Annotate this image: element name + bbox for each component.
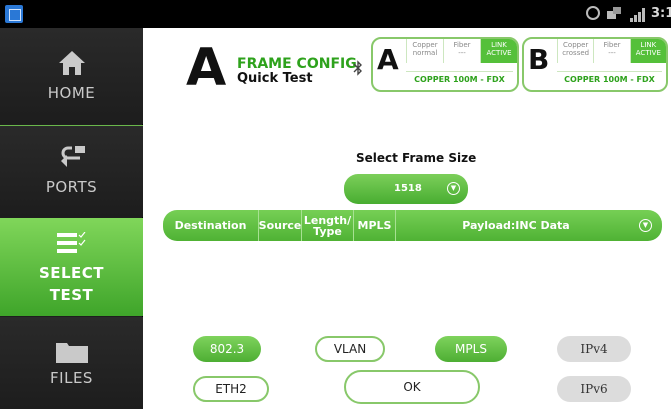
frame-size-label: Select Frame Size — [356, 151, 477, 165]
link-label: LINK — [491, 41, 507, 49]
status-time: 3:12 — [651, 6, 671, 21]
port-link-status: COPPER 100M - FDX — [406, 71, 513, 87]
sidebar-item-label: PORTS — [45, 178, 98, 196]
port-a-status[interactable]: A Copper normal Fiber --- LINK ACTIVE CO… — [371, 37, 519, 92]
802-3-button[interactable]: 802.3 — [193, 336, 261, 362]
app-notification-icon — [5, 5, 23, 23]
port-link-status: COPPER 100M - FDX — [557, 71, 662, 87]
chevron-down-icon: ▼ — [447, 182, 460, 195]
sidebar-item-files[interactable]: FILES — [0, 317, 143, 409]
page-title: FRAME CONFIG — [237, 56, 357, 72]
eth2-button[interactable]: ETH2 — [193, 376, 269, 402]
ports-icon — [61, 146, 85, 167]
link-cell: LINK ACTIVE — [480, 39, 517, 63]
copper-cell: Copper normal — [406, 39, 443, 63]
sidebar-item-label: TEST — [49, 286, 94, 304]
sidebar: HOME PORTS SELECT TEST FILES — [0, 28, 143, 409]
port-letter: B — [528, 43, 550, 76]
copper-mode: crossed — [562, 49, 590, 57]
copper-label: Copper — [563, 41, 589, 49]
ipv4-button[interactable]: IPv4 — [557, 336, 631, 362]
sidebar-item-label: HOME — [47, 84, 96, 102]
copper-label: Copper — [412, 41, 438, 49]
sidebar-item-label: FILES — [50, 369, 93, 387]
ipv6-button[interactable]: IPv6 — [557, 376, 631, 402]
copper-cell: Copper crossed — [557, 39, 593, 63]
sidebar-item-label: SELECT — [38, 264, 105, 282]
column-length-type[interactable]: Length/ Type — [302, 210, 354, 241]
sidebar-item-ports[interactable]: PORTS — [0, 125, 143, 217]
screen-icon — [607, 7, 621, 19]
select-test-icon — [57, 232, 86, 253]
fiber-label: Fiber — [603, 41, 621, 49]
port-letter: A — [377, 43, 399, 76]
fiber-label: Fiber — [453, 41, 471, 49]
status-bar: 3:12 — [0, 0, 671, 28]
port-badge: A — [186, 38, 227, 98]
page-subtitle: Quick Test — [237, 71, 313, 86]
fiber-mode: --- — [458, 49, 466, 57]
fiber-mode: --- — [608, 49, 616, 57]
link-state: ACTIVE — [635, 49, 661, 57]
bluetooth-icon — [353, 60, 362, 76]
vlan-button[interactable]: VLAN — [315, 336, 385, 362]
column-source[interactable]: Source — [259, 210, 302, 241]
sync-icon — [586, 6, 600, 20]
column-mpls[interactable]: MPLS — [354, 210, 396, 241]
frame-structure-bar[interactable]: Destination Source Length/ Type MPLS Pay… — [163, 210, 662, 241]
ok-button[interactable]: OK — [344, 370, 480, 404]
signal-icon — [630, 8, 646, 22]
frame-size-value: 1518 — [394, 183, 422, 194]
main-panel: A FRAME CONFIG Quick Test A Copper norma… — [144, 28, 671, 409]
fiber-cell: Fiber --- — [593, 39, 629, 63]
folder-icon — [56, 343, 88, 363]
link-label: LINK — [640, 41, 657, 49]
copper-mode: normal — [412, 49, 438, 57]
link-cell: LINK ACTIVE — [629, 39, 666, 63]
column-destination[interactable]: Destination — [163, 210, 259, 241]
mpls-button[interactable]: MPLS — [435, 336, 507, 362]
frame-size-dropdown[interactable]: 1518 ▼ — [344, 174, 468, 204]
sidebar-item-select-test[interactable]: SELECT TEST — [0, 218, 143, 316]
home-icon — [59, 51, 85, 75]
sidebar-item-home[interactable]: HOME — [0, 28, 143, 124]
chevron-down-icon[interactable]: ▼ — [639, 219, 652, 232]
link-state: ACTIVE — [486, 49, 512, 57]
column-payload[interactable]: Payload:INC Data — [396, 210, 636, 241]
fiber-cell: Fiber --- — [443, 39, 480, 63]
port-b-status[interactable]: B Copper crossed Fiber --- LINK ACTIVE C… — [522, 37, 668, 92]
